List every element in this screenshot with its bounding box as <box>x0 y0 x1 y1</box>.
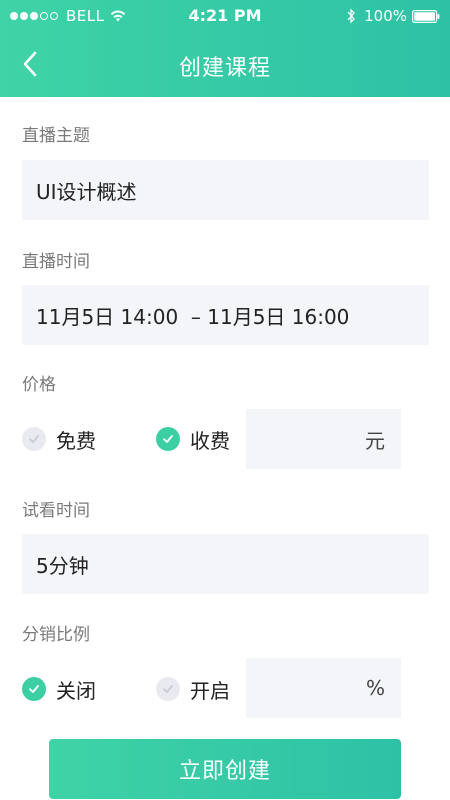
distribution-on-radio[interactable]: 开启 <box>156 674 230 704</box>
battery-percent: 100% <box>364 7 407 25</box>
price-free-label: 免费 <box>56 428 96 453</box>
distribution-off-radio[interactable]: 关闭 <box>22 674 96 704</box>
status-right: 100% <box>346 7 440 25</box>
distribution-label: 分销比例 <box>22 625 90 645</box>
price-free-radio[interactable]: 免费 <box>22 424 96 454</box>
price-unit: 元 <box>365 428 385 453</box>
distribution-unit: % <box>365 676 385 700</box>
bluetooth-icon <box>347 8 355 24</box>
price-paid-label: 收费 <box>190 428 230 453</box>
price-paid-radio[interactable]: 收费 <box>156 424 230 454</box>
distribution-off-label: 关闭 <box>56 678 96 703</box>
check-circle-icon <box>156 427 180 451</box>
price-label: 价格 <box>22 375 56 395</box>
check-circle-icon <box>22 427 46 451</box>
nav-bar: 创建课程 <box>0 32 450 97</box>
topic-input[interactable]: UI设计概述 <box>22 160 429 220</box>
check-circle-icon <box>22 677 46 701</box>
status-bar: BELL 4:21 PM 100% <box>0 0 450 32</box>
create-now-button[interactable]: 立即创建 <box>49 739 401 799</box>
battery-icon <box>412 9 440 23</box>
topic-value: UI设计概述 <box>36 179 137 204</box>
check-circle-icon <box>156 677 180 701</box>
create-course-screen: BELL 4:21 PM 100% 创建课程 直播主题 UI设计概述 直播时间 … <box>0 0 450 800</box>
price-amount-input[interactable]: 元 <box>246 409 401 469</box>
time-value: 11月5日 14:00 – 11月5日 16:00 <box>36 304 350 329</box>
time-label: 直播时间 <box>22 252 90 272</box>
distribution-percent-input[interactable]: % <box>246 658 401 718</box>
header: BELL 4:21 PM 100% 创建课程 <box>0 0 450 97</box>
trial-value: 5分钟 <box>36 553 89 578</box>
distribution-on-label: 开启 <box>190 678 230 703</box>
topic-label: 直播主题 <box>22 126 90 146</box>
trial-label: 试看时间 <box>22 501 90 521</box>
time-picker-field[interactable]: 11月5日 14:00 – 11月5日 16:00 <box>22 285 429 345</box>
trial-time-field[interactable]: 5分钟 <box>22 534 429 594</box>
page-title: 创建课程 <box>178 56 271 81</box>
